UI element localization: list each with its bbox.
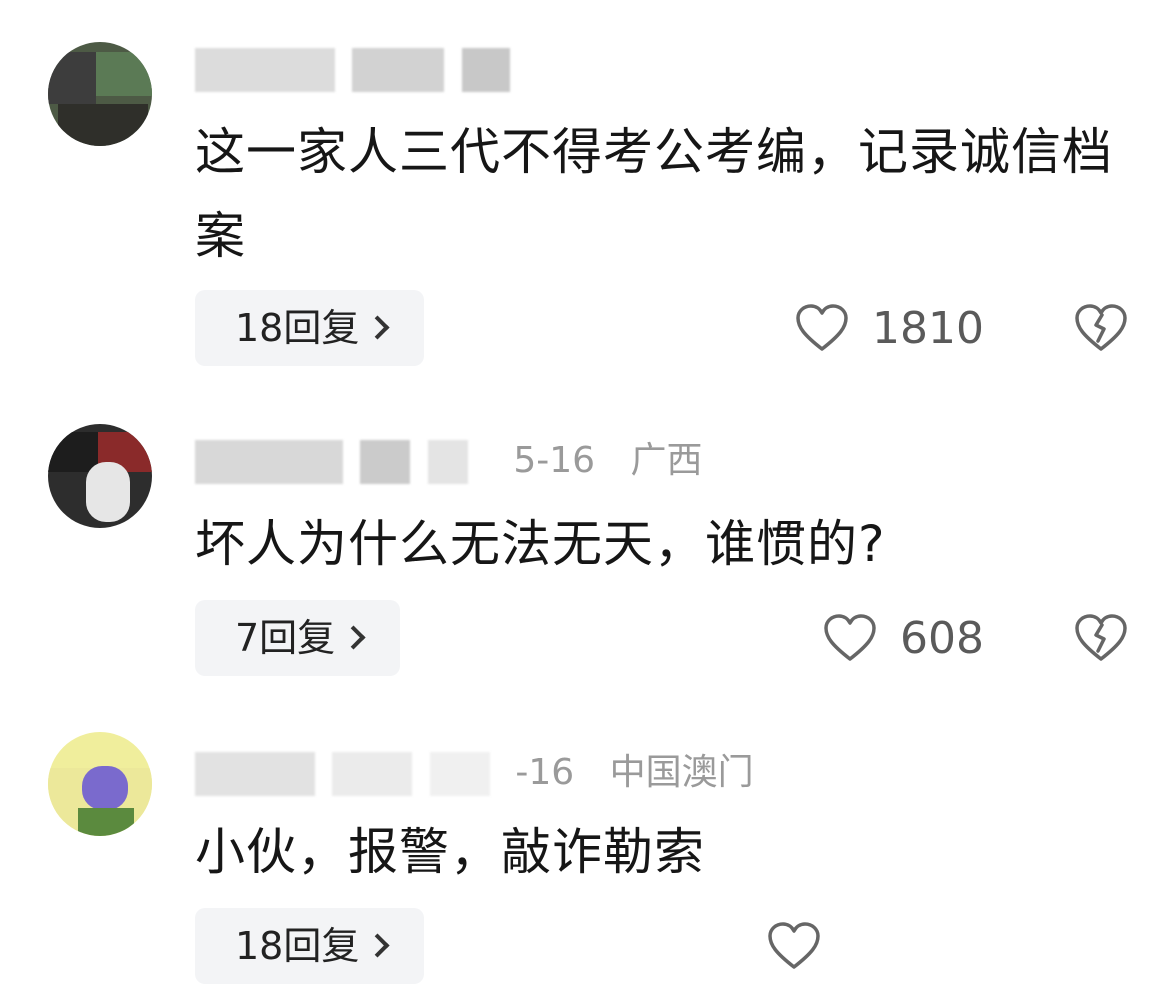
username-redaction: [195, 440, 343, 484]
username-redaction: [461, 48, 510, 92]
comment-text: 小伙，报警，敲诈勒索: [195, 823, 705, 881]
comment-meta: 5-16 广西: [195, 436, 703, 486]
comment-item: 这一家人三代不得考公考编，记录诚信档案 18回复 1810: [0, 0, 1164, 380]
like-button[interactable]: 1810: [794, 290, 984, 366]
chevron-right-icon: [341, 625, 366, 650]
avatar-censor-block: [48, 432, 98, 472]
avatar-censor-block: [48, 52, 96, 104]
comment-location: 中国澳门: [609, 752, 754, 793]
reply-count-label: 18回复: [235, 306, 360, 350]
like-count: 608: [900, 612, 984, 664]
like-button[interactable]: [766, 908, 844, 984]
comment-item: 5-16 广西 坏人为什么无法无天，谁惯的? 7回复 608: [0, 400, 1164, 700]
chevron-right-icon: [365, 315, 390, 340]
username-redaction: [195, 48, 335, 92]
view-replies-button[interactable]: 7回复: [195, 600, 401, 676]
comment-text: 坏人为什么无法无天，谁惯的?: [195, 515, 886, 573]
view-replies-button[interactable]: 18回复: [195, 290, 425, 366]
comment-location: 广西: [630, 440, 703, 481]
comment-date: 5-16: [513, 440, 596, 481]
avatar-censor-block: [96, 52, 152, 96]
like-button[interactable]: 608: [822, 600, 984, 676]
reply-count-label: 7回复: [235, 616, 336, 660]
dislike-button[interactable]: [1073, 290, 1129, 366]
comment-meta: -16 中国澳门: [195, 748, 754, 798]
reply-count-label: 18回复: [235, 924, 360, 968]
comment-item: -16 中国澳门 小伙，报警，敲诈勒索 18回复: [0, 712, 1164, 984]
username-redaction: [360, 440, 411, 484]
comment-meta: [195, 44, 516, 94]
avatar-censor-block: [78, 808, 134, 836]
avatar[interactable]: [48, 42, 152, 146]
avatar-censor-block: [86, 462, 130, 522]
username-redaction: [332, 752, 413, 796]
chevron-right-icon: [365, 933, 390, 958]
username-redaction: [352, 48, 445, 92]
username-redaction: [429, 752, 490, 796]
dislike-button[interactable]: [1073, 600, 1129, 676]
comment-text: 这一家人三代不得考公考编，记录诚信档案: [195, 123, 1113, 265]
avatar-censor-block: [82, 766, 128, 810]
broken-heart-icon: [1075, 614, 1127, 661]
like-count: 1810: [872, 302, 984, 354]
avatar[interactable]: [48, 732, 152, 836]
heart-outline-icon: [768, 922, 820, 969]
username-redaction: [427, 440, 468, 484]
heart-outline-icon: [824, 614, 876, 661]
comment-date: -16: [515, 752, 575, 793]
avatar-censor-block: [58, 104, 148, 146]
broken-heart-icon: [1075, 304, 1127, 351]
avatar[interactable]: [48, 424, 152, 528]
heart-outline-icon: [796, 304, 848, 351]
username-redaction: [195, 752, 315, 796]
view-replies-button[interactable]: 18回复: [195, 908, 425, 984]
